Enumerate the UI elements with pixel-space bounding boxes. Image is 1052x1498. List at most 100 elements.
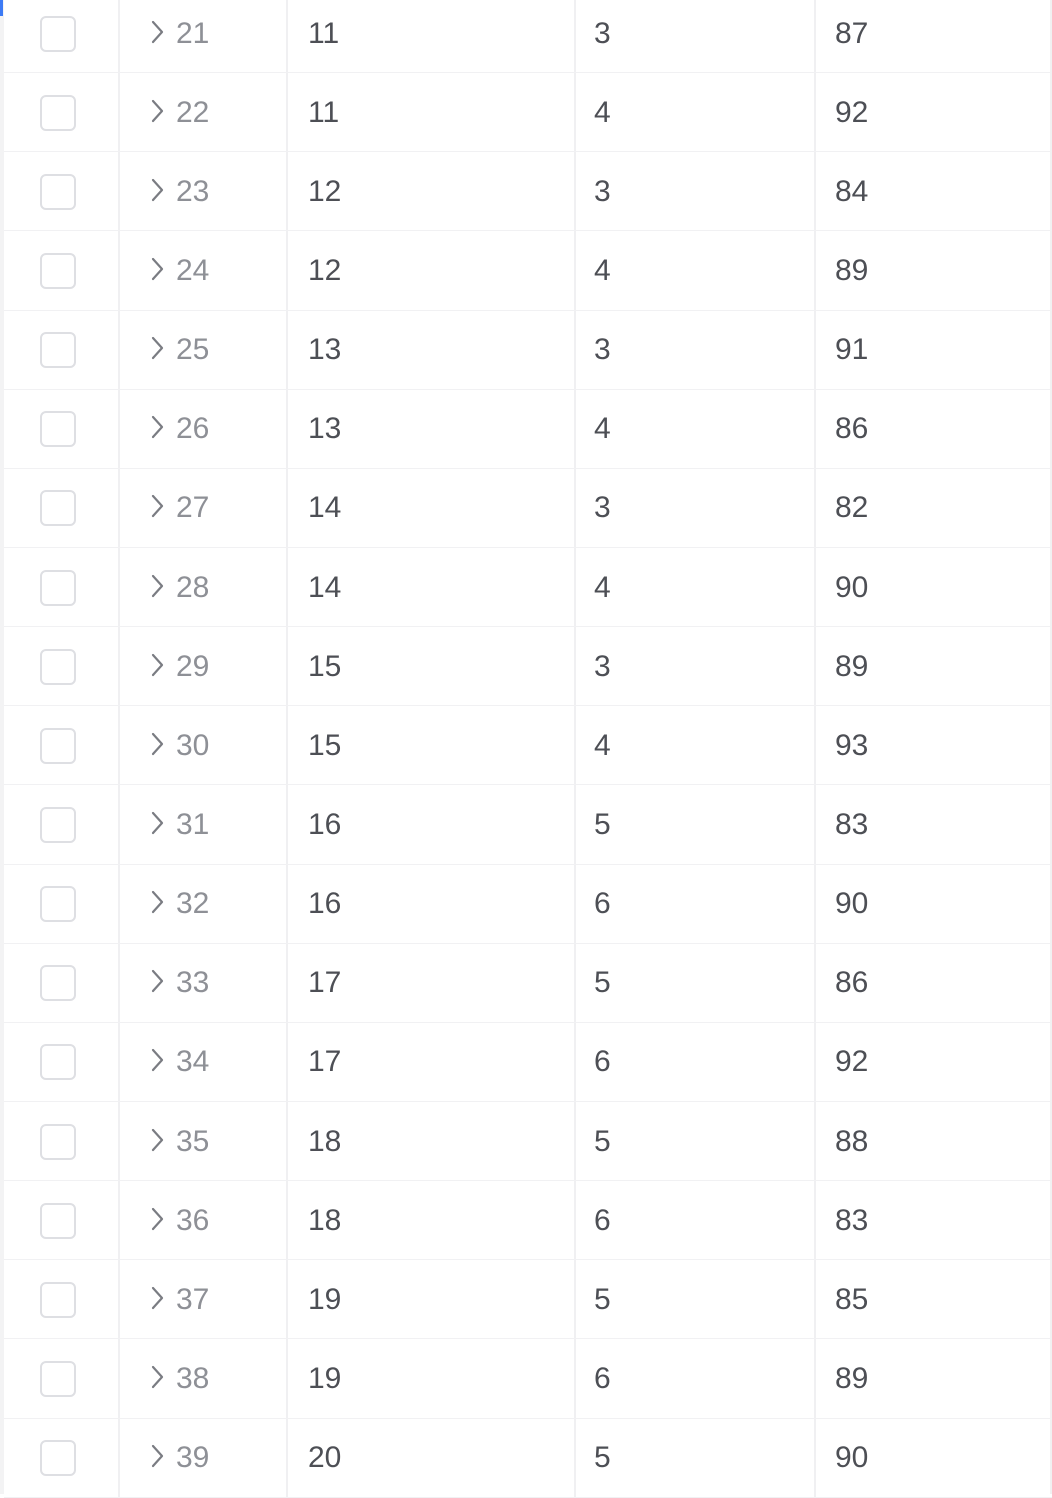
col-b-cell[interactable]: 3 xyxy=(574,152,814,232)
chevron-right-icon[interactable] xyxy=(146,650,168,680)
col-a-cell[interactable]: 14 xyxy=(286,547,574,628)
col-c-cell[interactable]: 90 xyxy=(814,1418,1052,1498)
chevron-right-icon[interactable] xyxy=(146,1362,168,1392)
chevron-right-icon[interactable] xyxy=(146,571,168,601)
row-checkbox[interactable] xyxy=(40,332,76,369)
col-c-cell[interactable]: 93 xyxy=(814,706,1052,786)
chevron-right-icon[interactable] xyxy=(146,254,168,284)
col-c-cell[interactable]: 83 xyxy=(814,1181,1052,1261)
row-checkbox[interactable] xyxy=(40,411,76,448)
col-b-cell[interactable]: 4 xyxy=(574,73,814,153)
col-c-cell[interactable]: 89 xyxy=(814,231,1052,311)
chevron-right-icon[interactable] xyxy=(146,1283,168,1313)
col-b-cell[interactable]: 6 xyxy=(574,1022,814,1103)
col-b-cell[interactable]: 6 xyxy=(574,864,814,944)
col-a-cell[interactable]: 19 xyxy=(286,1260,574,1340)
chevron-right-icon[interactable] xyxy=(146,17,168,47)
col-b-cell[interactable]: 4 xyxy=(574,706,814,786)
col-b-cell[interactable]: 4 xyxy=(574,547,814,628)
col-a-cell[interactable]: 18 xyxy=(286,1101,574,1182)
col-a-cell[interactable]: 15 xyxy=(286,627,574,707)
row-checkbox[interactable] xyxy=(40,965,76,1002)
col-c-cell[interactable]: 92 xyxy=(814,73,1052,153)
row-checkbox[interactable] xyxy=(40,648,76,685)
table-row[interactable]: 26 13 4 86 xyxy=(0,389,1052,469)
table-row[interactable]: 38 19 6 89 xyxy=(0,1339,1052,1419)
table-row[interactable]: 30 15 4 93 xyxy=(0,706,1052,786)
chevron-right-icon[interactable] xyxy=(146,412,168,442)
col-a-cell[interactable]: 17 xyxy=(286,1022,574,1103)
col-b-cell[interactable]: 3 xyxy=(574,310,814,390)
row-checkbox[interactable] xyxy=(40,1202,76,1239)
row-checkbox[interactable] xyxy=(40,806,76,843)
col-a-cell[interactable]: 14 xyxy=(286,468,574,549)
col-a-cell[interactable]: 16 xyxy=(286,864,574,944)
chevron-right-icon[interactable] xyxy=(146,808,168,838)
chevron-right-icon[interactable] xyxy=(146,333,168,363)
chevron-right-icon[interactable] xyxy=(146,175,168,205)
row-checkbox[interactable] xyxy=(40,1360,76,1397)
row-checkbox[interactable] xyxy=(40,94,76,131)
chevron-right-icon[interactable] xyxy=(146,887,168,917)
table-row[interactable]: 35 18 5 88 xyxy=(0,1101,1052,1182)
col-a-cell[interactable]: 15 xyxy=(286,706,574,786)
col-b-cell[interactable]: 5 xyxy=(574,785,814,865)
col-b-cell[interactable]: 5 xyxy=(574,1260,814,1340)
chevron-right-icon[interactable] xyxy=(146,729,168,759)
table-row[interactable]: 34 17 6 92 xyxy=(0,1022,1052,1103)
col-c-cell[interactable]: 88 xyxy=(814,1101,1052,1182)
table-row[interactable]: 28 14 4 90 xyxy=(0,547,1052,628)
chevron-right-icon[interactable] xyxy=(146,966,168,996)
col-a-cell[interactable]: 18 xyxy=(286,1181,574,1261)
table-row[interactable]: 23 12 3 84 xyxy=(0,152,1052,232)
col-c-cell[interactable]: 91 xyxy=(814,310,1052,390)
table-row[interactable]: 21 11 3 87 xyxy=(0,0,1052,74)
table-row[interactable]: 25 13 3 91 xyxy=(0,310,1052,390)
chevron-right-icon[interactable] xyxy=(146,96,168,126)
col-a-cell[interactable]: 17 xyxy=(286,943,574,1023)
col-c-cell[interactable]: 89 xyxy=(814,1339,1052,1419)
row-checkbox[interactable] xyxy=(40,569,76,606)
col-c-cell[interactable]: 89 xyxy=(814,627,1052,707)
col-b-cell[interactable]: 5 xyxy=(574,1101,814,1182)
row-checkbox[interactable] xyxy=(40,1044,76,1081)
row-checkbox[interactable] xyxy=(40,727,76,764)
table-row[interactable]: 37 19 5 85 xyxy=(0,1260,1052,1340)
row-checkbox[interactable] xyxy=(40,15,76,52)
col-b-cell[interactable]: 4 xyxy=(574,389,814,469)
chevron-right-icon[interactable] xyxy=(146,1204,168,1234)
col-c-cell[interactable]: 92 xyxy=(814,1022,1052,1103)
chevron-right-icon[interactable] xyxy=(146,491,168,521)
col-c-cell[interactable]: 90 xyxy=(814,547,1052,628)
col-c-cell[interactable]: 86 xyxy=(814,389,1052,469)
col-a-cell[interactable]: 19 xyxy=(286,1339,574,1419)
table-row[interactable]: 39 20 5 90 xyxy=(0,1418,1052,1498)
table-row[interactable]: 29 15 3 89 xyxy=(0,627,1052,707)
col-b-cell[interactable]: 6 xyxy=(574,1181,814,1261)
col-c-cell[interactable]: 84 xyxy=(814,152,1052,232)
table-row[interactable]: 33 17 5 86 xyxy=(0,943,1052,1023)
row-checkbox[interactable] xyxy=(40,886,76,923)
col-a-cell[interactable]: 11 xyxy=(286,73,574,153)
col-a-cell[interactable]: 13 xyxy=(286,389,574,469)
chevron-right-icon[interactable] xyxy=(146,1045,168,1075)
col-b-cell[interactable]: 5 xyxy=(574,943,814,1023)
table-row[interactable]: 31 16 5 83 xyxy=(0,785,1052,865)
table-row[interactable]: 32 16 6 90 xyxy=(0,864,1052,944)
col-a-cell[interactable]: 20 xyxy=(286,1418,574,1498)
col-b-cell[interactable]: 3 xyxy=(574,627,814,707)
chevron-right-icon[interactable] xyxy=(146,1441,168,1471)
table-row[interactable]: 36 18 6 83 xyxy=(0,1181,1052,1261)
col-c-cell[interactable]: 90 xyxy=(814,864,1052,944)
row-checkbox[interactable] xyxy=(40,490,76,527)
row-checkbox[interactable] xyxy=(40,252,76,289)
col-c-cell[interactable]: 87 xyxy=(814,0,1052,74)
col-a-cell[interactable]: 16 xyxy=(286,785,574,865)
col-b-cell[interactable]: 3 xyxy=(574,468,814,549)
col-c-cell[interactable]: 82 xyxy=(814,468,1052,549)
row-checkbox[interactable] xyxy=(40,1123,76,1160)
chevron-right-icon[interactable] xyxy=(146,1125,168,1155)
table-row[interactable]: 22 11 4 92 xyxy=(0,73,1052,153)
col-c-cell[interactable]: 86 xyxy=(814,943,1052,1023)
col-c-cell[interactable]: 83 xyxy=(814,785,1052,865)
